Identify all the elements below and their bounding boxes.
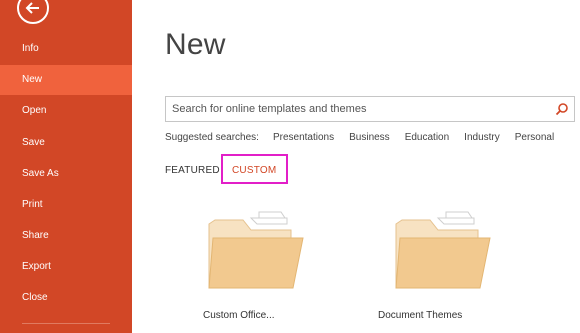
suggested-link-education[interactable]: Education — [405, 132, 449, 143]
sidebar-item-close[interactable]: Close — [0, 283, 132, 313]
back-arrow-icon — [25, 2, 39, 14]
template-search-input[interactable] — [166, 97, 546, 121]
search-icon[interactable] — [555, 102, 569, 116]
suggested-searches-label: Suggested searches: — [165, 131, 259, 143]
tile-label: Custom Office... — [203, 310, 275, 321]
sidebar-item-save-as[interactable]: Save As — [0, 159, 132, 189]
sidebar-item-share[interactable]: Share — [0, 221, 132, 251]
suggested-link-personal[interactable]: Personal — [515, 132, 554, 143]
template-search-box — [165, 96, 575, 122]
sidebar-item-print[interactable]: Print — [0, 190, 132, 220]
suggested-link-business[interactable]: Business — [349, 132, 390, 143]
backstage-view: Info New Open Save Save As Print Share E… — [0, 0, 580, 333]
sidebar-item-export[interactable]: Export — [0, 252, 132, 282]
sidebar-item-info[interactable]: Info — [0, 34, 132, 64]
sidebar-divider — [22, 323, 110, 324]
tab-featured[interactable]: FEATURED — [165, 165, 220, 176]
back-button[interactable] — [17, 0, 49, 24]
sidebar-item-save[interactable]: Save — [0, 128, 132, 158]
folder-icon — [208, 211, 304, 289]
template-tile-document-themes[interactable]: Document Themes — [378, 200, 504, 330]
sidebar-item-open[interactable]: Open — [0, 96, 132, 126]
main-panel: New Suggested searches: Presentations Bu… — [132, 0, 580, 333]
tile-label: Document Themes — [378, 310, 463, 321]
tab-custom[interactable]: CUSTOM — [232, 165, 276, 176]
suggested-searches: Suggested searches: Presentations Busine… — [165, 130, 569, 144]
page-title: New — [165, 28, 226, 61]
suggested-link-industry[interactable]: Industry — [464, 132, 500, 143]
sidebar-item-new[interactable]: New — [0, 65, 132, 95]
backstage-sidebar: Info New Open Save Save As Print Share E… — [0, 0, 132, 333]
template-tile-custom-office[interactable]: Custom Office... — [197, 200, 317, 330]
suggested-link-presentations[interactable]: Presentations — [273, 132, 334, 143]
folder-icon — [395, 211, 491, 289]
